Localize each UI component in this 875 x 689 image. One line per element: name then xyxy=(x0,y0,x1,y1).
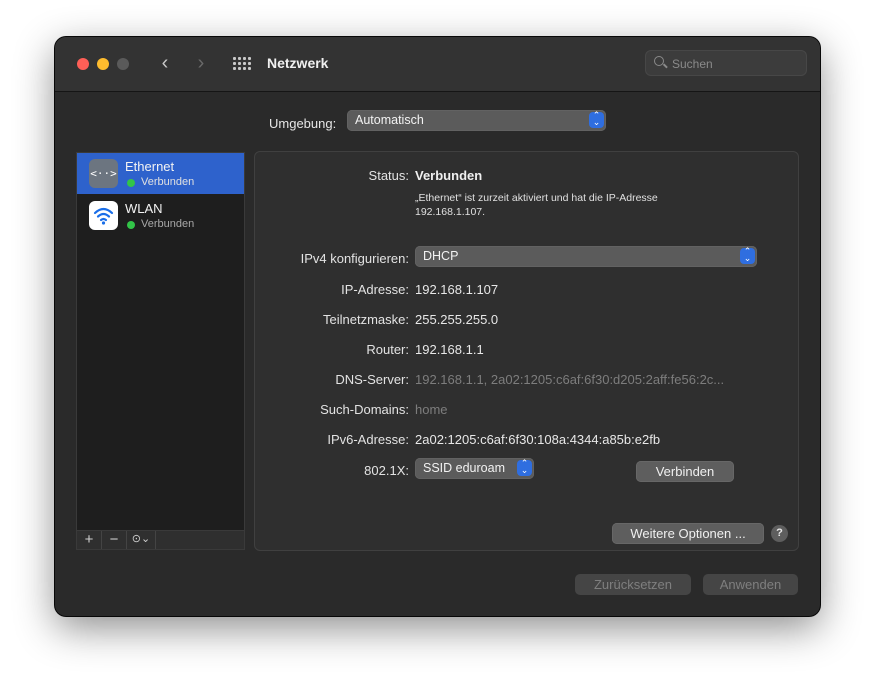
subnet-mask-label: Teilnetzmaske: xyxy=(323,312,409,327)
back-chevron-icon[interactable]: ‹ xyxy=(155,53,175,75)
popup-arrows-icon: ⌃ ⌄ xyxy=(740,247,755,264)
minimize-window-button[interactable] xyxy=(97,58,109,70)
dot1x-label: 802.1X: xyxy=(364,463,409,478)
dns-server-label: DNS-Server: xyxy=(335,372,409,387)
window-title: Netzwerk xyxy=(267,55,329,71)
ip-address-label: IP-Adresse: xyxy=(341,282,409,297)
revert-button[interactable]: Zurücksetzen xyxy=(575,574,691,595)
popup-arrows-icon: ⌃ ⌄ xyxy=(589,111,604,128)
status-description: „Ethernet“ ist zurzeit aktiviert und hat… xyxy=(415,192,658,218)
dns-server-value: 192.168.1.1, 2a02:1205:c6af:6f30:d205:2a… xyxy=(415,372,725,387)
search-icon xyxy=(654,56,664,66)
router-label: Router: xyxy=(366,342,409,357)
ipv4-config-popup[interactable]: DHCP ⌃ ⌄ xyxy=(415,246,757,267)
service-item-ethernet[interactable]: <··> Ethernet Verbunden xyxy=(77,153,244,194)
ip-address-value: 192.168.1.107 xyxy=(415,282,499,297)
ipv4-config-value: DHCP xyxy=(423,249,459,263)
service-name: Ethernet xyxy=(125,159,175,174)
location-popup[interactable]: Automatisch ⌃ ⌄ xyxy=(347,110,606,131)
dot1x-popup[interactable]: SSID eduroam ⌃ ⌄ xyxy=(415,458,534,479)
location-value: Automatisch xyxy=(355,113,424,127)
zoom-window-button[interactable] xyxy=(117,58,129,70)
ipv4-config-label: IPv4 konfigurieren: xyxy=(300,251,409,266)
wifi-icon xyxy=(89,201,118,230)
show-all-grid-icon[interactable] xyxy=(233,57,251,71)
location-label: Umgebung: xyxy=(269,116,337,131)
forward-chevron-icon[interactable]: › xyxy=(191,53,211,75)
search-field[interactable]: Suchen xyxy=(645,50,807,76)
ethernet-icon: <··> xyxy=(89,159,118,188)
service-item-wlan[interactable]: WLAN Verbunden xyxy=(77,195,244,236)
ipv6-address-label: IPv6-Adresse: xyxy=(327,432,409,447)
popup-arrows-icon: ⌃ ⌄ xyxy=(517,459,532,476)
dot1x-value: SSID eduroam xyxy=(423,461,505,475)
router-value: 192.168.1.1 xyxy=(415,342,484,357)
service-status: Verbunden xyxy=(141,176,195,188)
search-domains-value: home xyxy=(415,402,448,417)
help-button[interactable]: ? xyxy=(771,525,788,542)
service-name: WLAN xyxy=(125,201,163,216)
ipv6-address-value: 2a02:1205:c6af:6f30:108a:4344:a85b:e2fb xyxy=(415,432,661,447)
connected-status-dot xyxy=(127,221,135,229)
search-placeholder: Suchen xyxy=(672,57,713,71)
service-actions-button[interactable]: ⊙⌄ xyxy=(127,531,156,549)
service-list-toolbar: + − ⊙⌄ xyxy=(76,531,245,550)
remove-service-button[interactable]: − xyxy=(102,531,127,549)
service-status: Verbunden xyxy=(141,218,195,230)
subnet-mask-value: 255.255.255.0 xyxy=(415,312,499,327)
close-window-button[interactable] xyxy=(77,58,89,70)
connected-status-dot xyxy=(127,179,135,187)
add-service-button[interactable]: + xyxy=(77,531,102,549)
status-label: Status: xyxy=(368,168,409,183)
network-preferences-window: ‹ › Netzwerk Suchen Umgebung: Automatisc… xyxy=(55,37,820,616)
search-domains-label: Such-Domains: xyxy=(320,402,409,417)
more-options-button[interactable]: Weitere Optionen ... xyxy=(612,523,764,544)
title-bar: ‹ › Netzwerk Suchen xyxy=(55,37,820,92)
connect-button[interactable]: Verbinden xyxy=(636,461,734,482)
apply-button[interactable]: Anwenden xyxy=(703,574,798,595)
status-value: Verbunden xyxy=(415,168,483,183)
service-list: <··> Ethernet Verbunden WLAN Verbunden xyxy=(76,152,245,531)
